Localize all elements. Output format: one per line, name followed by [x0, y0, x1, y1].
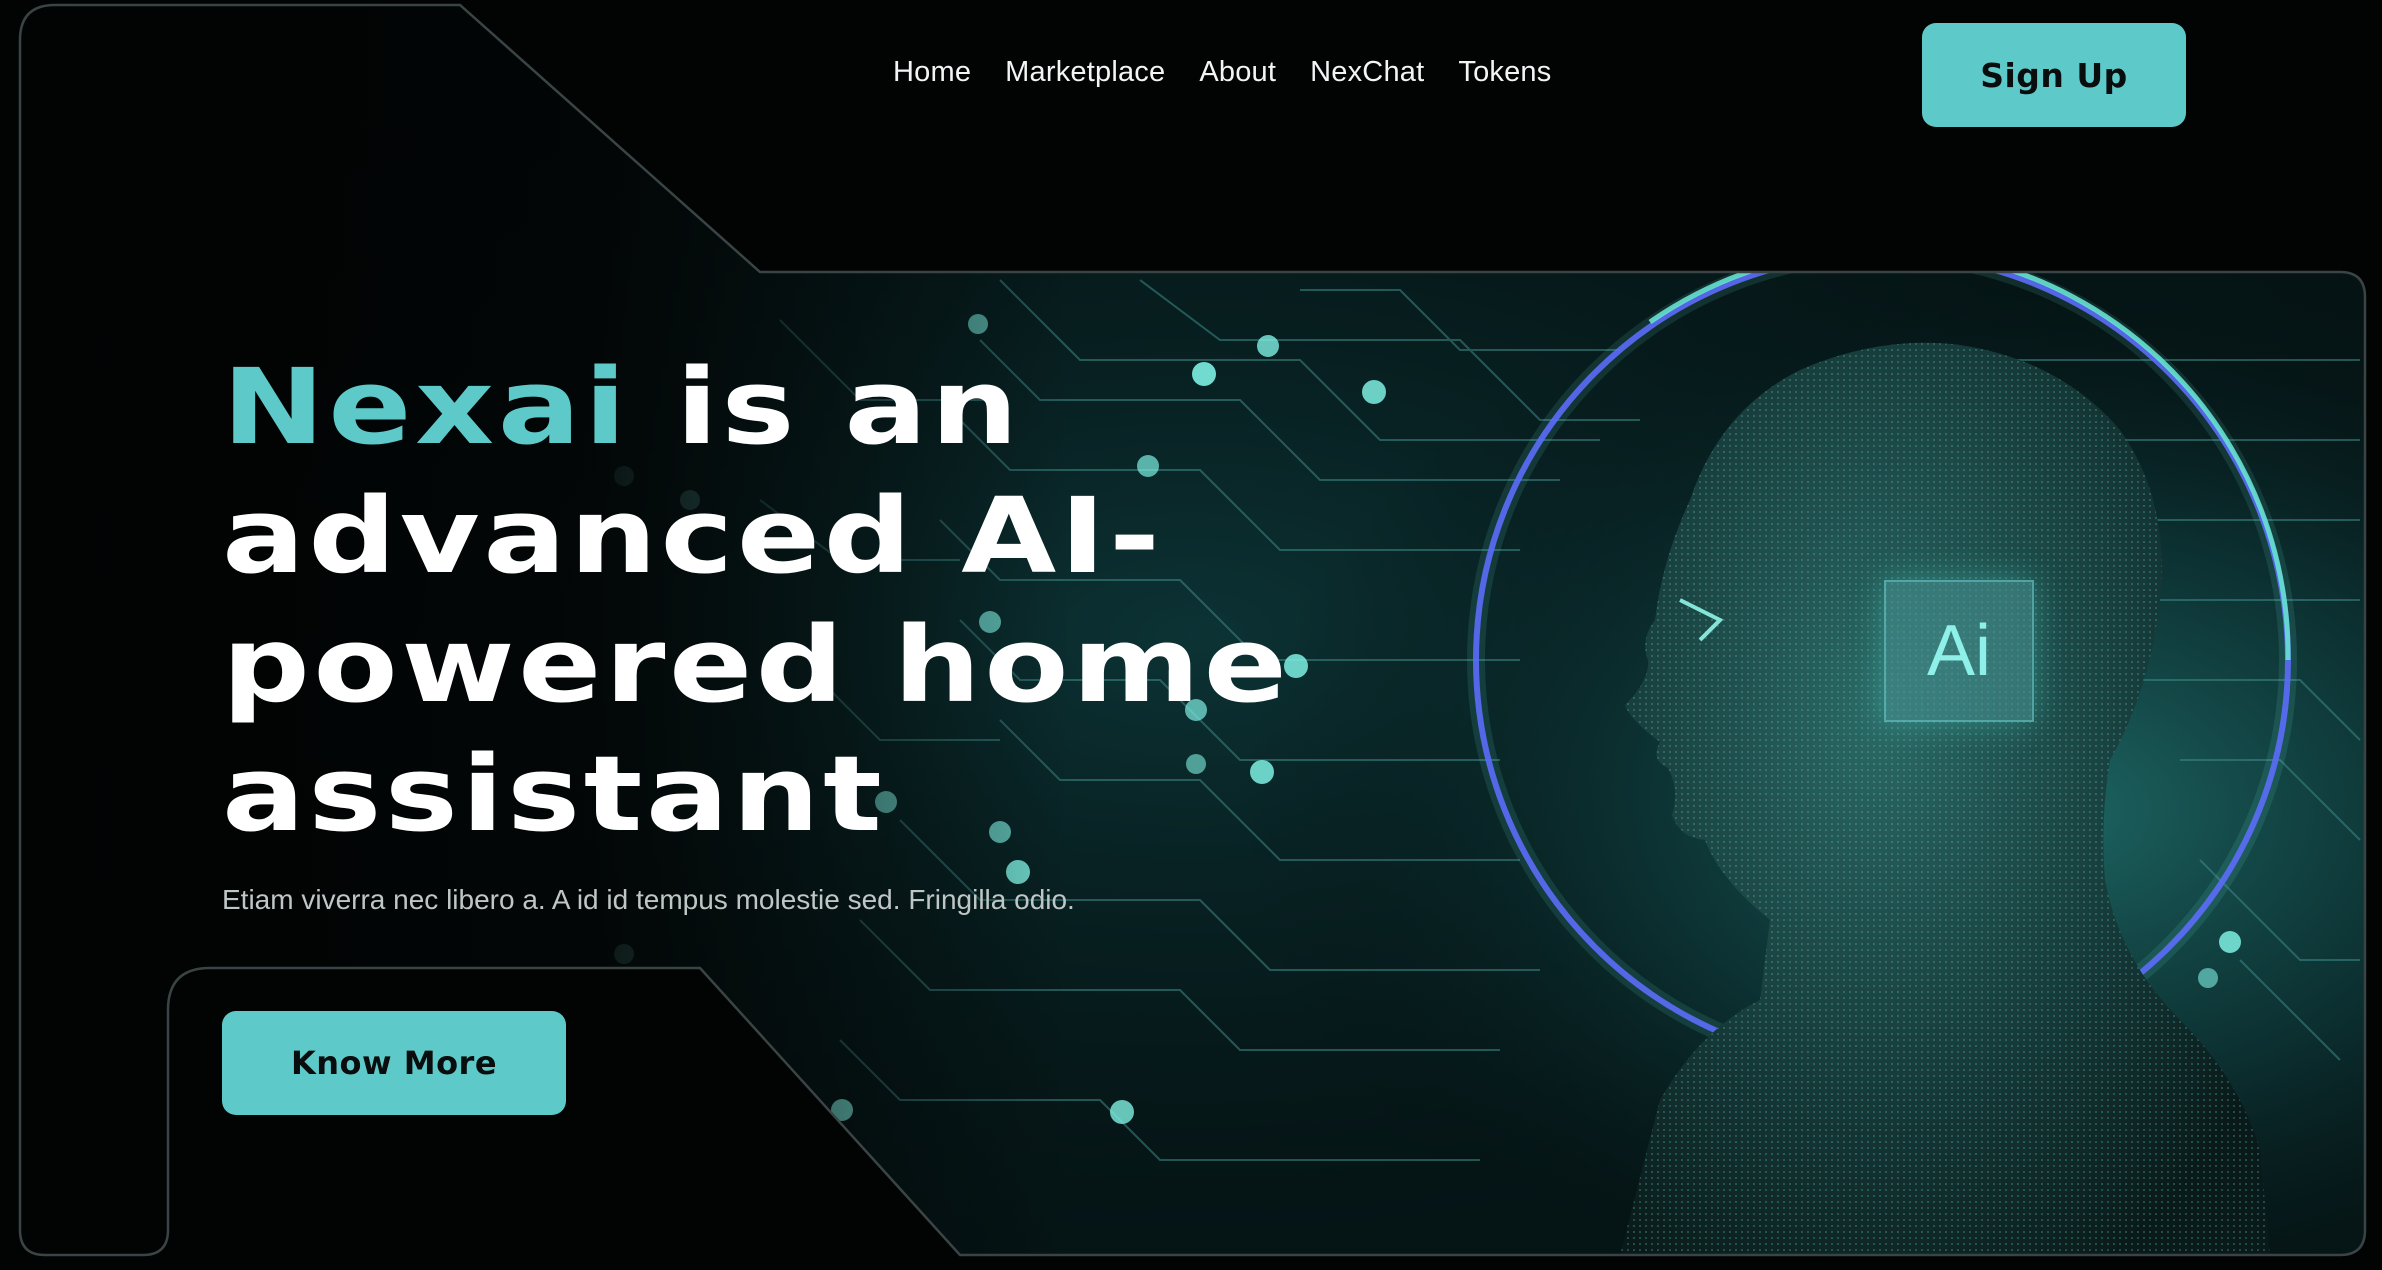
nav-marketplace[interactable]: Marketplace — [1005, 56, 1165, 89]
signup-button[interactable]: Sign Up — [1922, 23, 2186, 127]
hero-subtitle: Etiam viverra nec libero a. A id id temp… — [222, 884, 1075, 915]
nav-nexchat[interactable]: NexChat — [1310, 56, 1424, 89]
headline-line2: advanced AI- — [222, 475, 1164, 597]
headline-line1-rest: is an — [629, 346, 1022, 468]
main-nav: Home Marketplace About NexChat Tokens — [893, 56, 1551, 89]
brand-name: Nexai — [222, 346, 630, 468]
nav-about[interactable]: About — [1199, 56, 1276, 89]
nav-home[interactable]: Home — [893, 56, 971, 89]
hero-headline: Nexai is an advanced AI- powered home as… — [222, 343, 1461, 859]
headline-line3: powered home — [222, 604, 1291, 726]
landing-page: Home Marketplace About NexChat Tokens Si… — [0, 0, 2382, 1270]
know-more-button[interactable]: Know More — [222, 1011, 566, 1115]
ai-chip-badge: Ai — [1884, 580, 2034, 722]
nav-tokens[interactable]: Tokens — [1458, 56, 1551, 89]
headline-line4: assistant — [222, 733, 886, 855]
